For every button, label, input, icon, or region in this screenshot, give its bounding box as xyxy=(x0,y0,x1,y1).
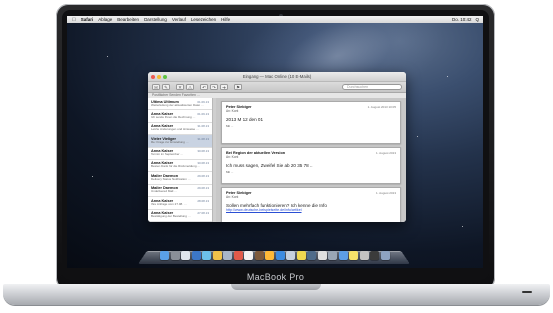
mail-toolbar: ✉ ✎ ✕ ⚠ ↶ ↷ ➜ ⚑ Durchsuchen xyxy=(148,82,406,93)
brand-label: MacBook Pro xyxy=(246,272,305,282)
window-titlebar[interactable]: Eingang — Mac Online (10 E-Mails) xyxy=(148,72,406,82)
list-item[interactable]: Anna Kaiser 28.08.13 Ihre Anfrage vom 27.0… xyxy=(148,197,212,210)
dock-app-icon[interactable] xyxy=(307,251,317,260)
dock-app-icon[interactable] xyxy=(338,251,348,260)
card-date: 1. August 2013 10:05 xyxy=(367,104,396,109)
menu-item-darstellung[interactable]: Darstellung xyxy=(144,17,167,22)
dock-app-icon[interactable] xyxy=(317,251,327,260)
menubar-clock[interactable]: Do. 10:42 xyxy=(452,17,472,22)
message-card[interactable]: Peter Siebiger 1. August 2013 An: Kont S… xyxy=(221,187,401,222)
message-preview: Ihre Anfrage vom 27.08. … xyxy=(151,202,187,206)
list-item[interactable]: Anna Kaiser 30.08.13 Besten Dank für die R… xyxy=(148,160,212,173)
flag-icon[interactable]: ⚑ xyxy=(234,84,242,90)
spotlight-icon[interactable]: Q xyxy=(475,17,479,22)
dock-app-icon[interactable] xyxy=(233,251,243,260)
message-preview: Weiterleitung der aktualisierten Datei … xyxy=(151,103,204,107)
dock-app-icon[interactable] xyxy=(359,251,369,260)
list-item[interactable]: Ultima Ultimum 01.09.13 Weiterleitung der … xyxy=(148,98,212,111)
dock-app-icon[interactable] xyxy=(296,251,306,260)
message-date: 28.08.13 xyxy=(197,198,209,203)
message-card[interactable]: Peter Siebiger 1. August 2013 10:05 An: … xyxy=(221,101,401,144)
menu-app-name[interactable]: Safari xyxy=(81,17,94,22)
dock-app-icon[interactable] xyxy=(181,251,191,260)
apple-menu-icon[interactable]:  xyxy=(72,17,76,23)
dock xyxy=(140,246,410,260)
junk-icon[interactable]: ⚠ xyxy=(186,84,194,90)
reply-all-icon[interactable]: ↷ xyxy=(210,84,218,90)
card-signature: Mit ... xyxy=(226,123,234,128)
card-link[interactable]: http://www.deutsche-beispielseite.de/inf… xyxy=(226,208,396,212)
search-input[interactable]: Durchsuchen xyxy=(342,84,402,90)
dock-app-icon[interactable] xyxy=(265,251,275,260)
menu-item-ablage[interactable]: Ablage xyxy=(98,17,112,22)
message-date: 01.09.13 xyxy=(197,111,209,116)
message-date: 31.08.13 xyxy=(197,136,209,141)
card-recipient: An: Kont xyxy=(226,154,239,159)
message-date: 30.08.13 xyxy=(197,161,209,166)
card-signature: Mit ... xyxy=(226,169,234,174)
desktop-screen:  Safari Ablage Bearbeiten Darstellung V… xyxy=(67,16,483,268)
list-item[interactable]: Anna Kaiser 31.08.13 Letzte Änderungen und… xyxy=(148,123,212,136)
message-card[interactable]: Bei Region der aktuellen Version 1. Augu… xyxy=(221,147,401,184)
message-date: 29.08.13 xyxy=(197,173,209,178)
sleep-indicator xyxy=(522,291,532,293)
menu-bar:  Safari Ablage Bearbeiten Darstellung V… xyxy=(67,16,483,23)
dock-app-icon[interactable] xyxy=(212,251,222,260)
list-item[interactable]: Anna Kaiser 27.08.13 Bestätigung der Beste… xyxy=(148,210,212,222)
window-title: Eingang — Mac Online (10 E-Mails) xyxy=(242,73,312,79)
card-body: 2013 M 12 den 01 xyxy=(226,116,264,122)
laptop-base xyxy=(3,284,550,305)
dock-app-icon[interactable] xyxy=(286,251,296,260)
message-date: 29.08.13 xyxy=(197,186,209,191)
lid-opening-notch xyxy=(231,284,321,290)
message-preview: Re: Frage zur Einstellung … xyxy=(151,140,189,144)
message-date: 27.08.13 xyxy=(197,211,209,216)
reply-icon[interactable]: ↶ xyxy=(200,84,208,90)
reading-pane: Peter Siebiger 1. August 2013 10:05 An: … xyxy=(216,98,406,222)
forward-icon[interactable]: ➜ xyxy=(220,84,228,90)
message-preview: Undelivered Mail … xyxy=(151,190,178,194)
dock-app-icon[interactable] xyxy=(202,251,212,260)
dock-app-icon[interactable] xyxy=(370,251,380,260)
mail-window: Eingang — Mac Online (10 E-Mails) ✉ ✎ ✕ … xyxy=(148,72,406,222)
menu-item-lesezeichen[interactable]: Lesezeichen xyxy=(191,17,216,22)
dock-app-icon[interactable] xyxy=(349,251,359,260)
message-date: 01.09.13 xyxy=(197,99,209,104)
dock-app-icon[interactable] xyxy=(254,251,264,260)
message-date: 30.08.13 xyxy=(197,149,209,154)
message-preview: Ich sende Ihnen die Rechnung … xyxy=(151,115,196,119)
list-item[interactable]: Anna Kaiser 01.09.13 Ich sende Ihnen die R… xyxy=(148,110,212,123)
dock-app-icon[interactable] xyxy=(223,251,233,260)
message-preview: Delivery Status Notification … xyxy=(151,177,191,181)
mail-content: Ultima Ultimum 01.09.13 Weiterleitung der … xyxy=(148,98,406,222)
message-preview: Besten Dank für die Rückmeldung … xyxy=(151,165,201,169)
delete-icon[interactable]: ✕ xyxy=(176,84,184,90)
dock-app-icon[interactable] xyxy=(160,251,170,260)
message-date: 31.08.13 xyxy=(197,124,209,129)
message-preview: Bestätigung der Bestellung … xyxy=(151,215,191,219)
dock-app-icon[interactable] xyxy=(191,251,201,260)
card-body: Ich muss sagen, Zweifel Sie ab 20 35 78 … xyxy=(226,162,313,168)
message-preview: Letzte Änderungen und Hinweise … xyxy=(151,128,200,132)
menu-item-verlauf[interactable]: Verlauf xyxy=(172,17,186,22)
dock-app-icon[interactable] xyxy=(275,251,285,260)
list-item[interactable]: Mailer Daemon 29.08.13 Delivery Status Not… xyxy=(148,172,212,185)
card-recipient: An: Kont xyxy=(226,194,239,199)
compose-icon[interactable]: ✎ xyxy=(162,84,170,90)
dock-app-icon[interactable] xyxy=(380,251,390,260)
dock-app-icon[interactable] xyxy=(170,251,180,260)
list-item-selected[interactable]: Vieler Vieliger 31.08.13 Re: Frage zur Ein… xyxy=(148,135,212,148)
message-preview: Termin im September … xyxy=(151,153,184,157)
get-mail-icon[interactable]: ✉ xyxy=(152,84,160,90)
card-date: 1. August 2013 xyxy=(375,150,396,155)
list-item[interactable]: Mailer Daemon 29.08.13 Undelivered Mail … xyxy=(148,185,212,198)
dock-app-icon[interactable] xyxy=(328,251,338,260)
dock-app-icon[interactable] xyxy=(244,251,254,260)
menu-item-hilfe[interactable]: Hilfe xyxy=(221,17,230,22)
card-date: 1. August 2013 xyxy=(375,190,396,195)
menu-item-bearbeiten[interactable]: Bearbeiten xyxy=(117,17,139,22)
message-list: Ultima Ultimum 01.09.13 Weiterleitung der … xyxy=(148,98,213,222)
card-recipient: An: Kont xyxy=(226,108,239,113)
list-item[interactable]: Anna Kaiser 30.08.13 Termin im September … xyxy=(148,148,212,160)
